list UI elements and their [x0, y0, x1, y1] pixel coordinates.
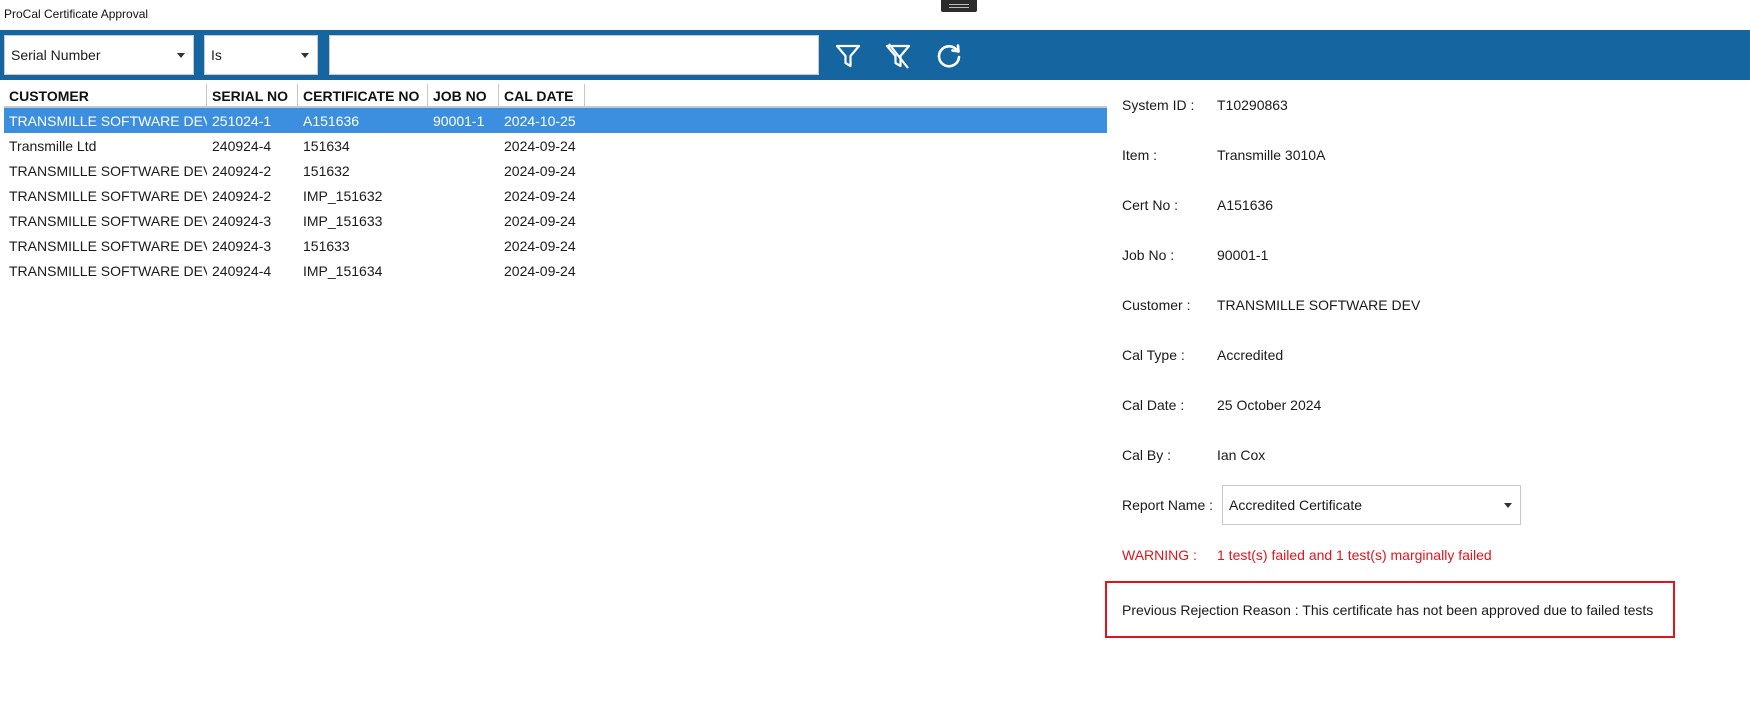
- cell-customer: TRANSMILLE SOFTWARE DEV: [9, 237, 207, 254]
- cell-serial-no: 240924-3: [212, 237, 272, 254]
- detail-label: Customer :: [1122, 297, 1191, 313]
- column-header-certificate-no[interactable]: CERTIFICATE NO: [298, 84, 428, 106]
- detail-value: 25 October 2024: [1217, 397, 1322, 413]
- detail-value: 90001-1: [1217, 247, 1269, 263]
- table-row[interactable]: TRANSMILLE SOFTWARE DEV 240924-4 IMP_15163…: [4, 258, 1107, 283]
- detail-value: Accredited: [1217, 347, 1284, 363]
- table-row[interactable]: TRANSMILLE SOFTWARE DEV 251024-1 A151636 90…: [4, 108, 1107, 133]
- app-title: ProCal Certificate Approval: [4, 7, 149, 21]
- cell-serial-no: 240924-3: [212, 212, 272, 229]
- refresh-icon: [937, 44, 961, 68]
- rejection-reason-text: Previous Rejection Reason : This certifi…: [1122, 601, 1654, 618]
- cell-serial-no: 240924-2: [212, 162, 272, 179]
- cell-cal-date: 2024-10-25: [504, 112, 576, 129]
- column-header-cal-date[interactable]: CAL DATE: [499, 84, 585, 106]
- cell-certificate-no: 151634: [303, 137, 350, 154]
- detail-label: Report Name :: [1122, 497, 1214, 513]
- column-header-customer[interactable]: CUSTOMER: [4, 84, 207, 106]
- cell-customer: TRANSMILLE SOFTWARE DEV: [9, 162, 207, 179]
- drag-handle[interactable]: [941, 0, 977, 12]
- detail-value: Transmille 3010A: [1217, 147, 1326, 163]
- apply-filter-button[interactable]: [830, 38, 866, 74]
- detail-label: Job No :: [1122, 247, 1175, 263]
- detail-label: Cal Date :: [1122, 397, 1185, 413]
- detail-value: Ian Cox: [1217, 447, 1266, 463]
- grid-body: TRANSMILLE SOFTWARE DEV 251024-1 A151636 90…: [4, 108, 1107, 283]
- cell-certificate-no: 151632: [303, 162, 350, 179]
- cell-certificate-no: IMP_151632: [303, 187, 383, 204]
- warning-label: WARNING :: [1122, 547, 1197, 563]
- clear-filter-icon: [885, 43, 911, 69]
- report-name-value: Accredited Certificate: [1229, 497, 1363, 513]
- cell-serial-no: 240924-2: [212, 187, 272, 204]
- table-row[interactable]: TRANSMILLE SOFTWARE DEV 240924-2 IMP_15163…: [4, 183, 1107, 208]
- column-header-job-no[interactable]: JOB NO: [428, 84, 499, 106]
- cell-cal-date: 2024-09-24: [504, 262, 576, 279]
- cell-serial-no: 240924-4: [212, 262, 272, 279]
- cell-certificate-no: 151633: [303, 237, 350, 254]
- detail-value: T10290863: [1217, 97, 1288, 113]
- refresh-button[interactable]: [931, 38, 967, 74]
- cell-cal-date: 2024-09-24: [504, 162, 576, 179]
- filter-operator-select[interactable]: Is: [204, 35, 318, 75]
- cell-certificate-no: A151636: [303, 112, 360, 129]
- cell-serial-no: 251024-1: [212, 112, 272, 129]
- cell-customer: TRANSMILLE SOFTWARE DEV: [9, 212, 207, 229]
- column-header-serial-no[interactable]: SERIAL NO: [207, 84, 298, 106]
- cell-customer: TRANSMILLE SOFTWARE DEV: [9, 187, 207, 204]
- detail-label: Cal Type :: [1122, 347, 1185, 363]
- table-row[interactable]: TRANSMILLE SOFTWARE DEV 240924-3 151633 202…: [4, 233, 1107, 258]
- filter-field-value: Serial Number: [11, 47, 101, 63]
- cell-cal-date: 2024-09-24: [504, 212, 576, 229]
- cell-cal-date: 2024-09-24: [504, 187, 576, 204]
- cell-certificate-no: IMP_151633: [303, 212, 383, 229]
- chevron-down-icon: [301, 53, 309, 58]
- detail-label: Cert No :: [1122, 197, 1179, 213]
- detail-label: System ID :: [1122, 97, 1195, 113]
- warning-message: 1 test(s) failed and 1 test(s) marginall…: [1217, 547, 1492, 563]
- grid-header: CUSTOMER SERIAL NO CERTIFICATE NO JOB NO…: [4, 84, 1107, 108]
- chevron-down-icon: [177, 53, 185, 58]
- filter-operator-value: Is: [211, 47, 222, 63]
- cell-cal-date: 2024-09-24: [504, 137, 576, 154]
- cell-cal-date: 2024-09-24: [504, 237, 576, 254]
- detail-value: A151636: [1217, 197, 1274, 213]
- table-row[interactable]: TRANSMILLE SOFTWARE DEV 240924-2 151632 202…: [4, 158, 1107, 183]
- detail-label: Cal By :: [1122, 447, 1172, 463]
- rejection-reason-box: Previous Rejection Reason : This certifi…: [1105, 581, 1675, 638]
- cell-certificate-no: IMP_151634: [303, 262, 383, 279]
- clear-filter-button[interactable]: [880, 38, 916, 74]
- filter-value-input[interactable]: [329, 35, 819, 75]
- detail-value: TRANSMILLE SOFTWARE DEV: [1217, 297, 1421, 313]
- chevron-down-icon: [1504, 503, 1512, 508]
- filter-toolbar: Serial Number Is: [0, 30, 1750, 80]
- cell-customer: TRANSMILLE SOFTWARE DEV: [9, 262, 207, 279]
- certificate-grid: CUSTOMER SERIAL NO CERTIFICATE NO JOB NO…: [4, 84, 1107, 283]
- title-bar: ProCal Certificate Approval: [0, 0, 1750, 30]
- cell-customer: Transmille Ltd: [9, 137, 97, 154]
- detail-label: Item :: [1122, 147, 1158, 163]
- table-row[interactable]: TRANSMILLE SOFTWARE DEV 240924-3 IMP_15163…: [4, 208, 1107, 233]
- filter-field-select[interactable]: Serial Number: [4, 35, 194, 75]
- cell-serial-no: 240924-4: [212, 137, 272, 154]
- filter-icon: [835, 44, 861, 68]
- report-name-select[interactable]: Accredited Certificate: [1222, 485, 1521, 525]
- cell-job-no: 90001-1: [433, 112, 485, 129]
- table-row[interactable]: Transmille Ltd 240924-4 151634 2024-09-24: [4, 133, 1107, 158]
- cell-customer: TRANSMILLE SOFTWARE DEV: [9, 112, 207, 129]
